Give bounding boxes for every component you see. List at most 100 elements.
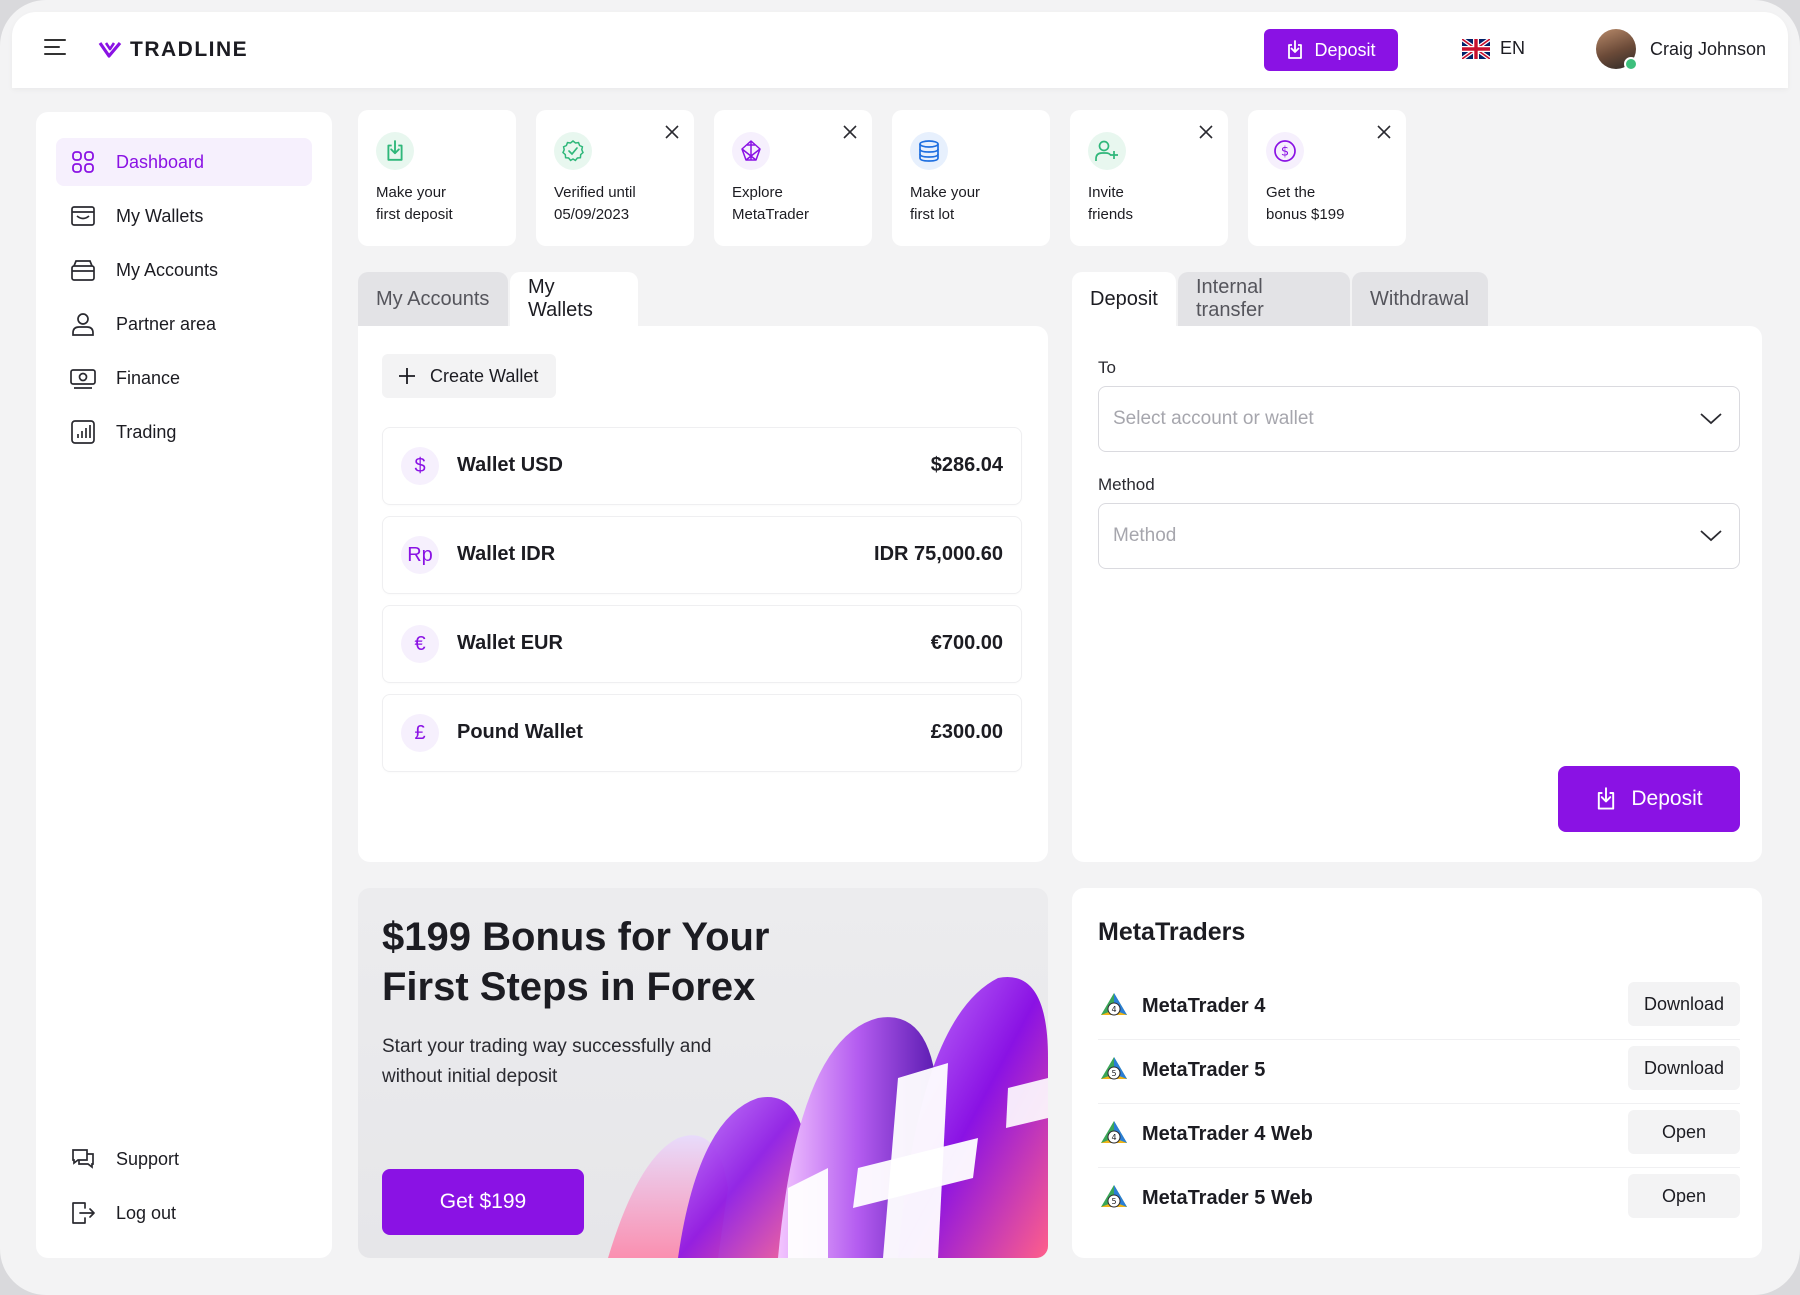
to-select[interactable]: Select account or wallet xyxy=(1098,386,1740,452)
get-bonus-button[interactable]: Get $199 xyxy=(382,1169,584,1235)
tab-my-accounts[interactable]: My Accounts xyxy=(358,272,508,326)
quick-card-text: Make your first lot xyxy=(910,184,981,223)
user-profile[interactable]: Craig Johnson xyxy=(1596,29,1767,71)
metatrader-4-icon: 4 xyxy=(1101,993,1127,1016)
currency-symbol: $ xyxy=(401,447,439,485)
open-button[interactable]: Open xyxy=(1628,1110,1740,1154)
quick-card-text: Explore MetaTrader xyxy=(732,184,809,223)
logo[interactable]: TRADLINE xyxy=(98,38,248,62)
quick-card-invite-friends[interactable]: Invite friends xyxy=(1070,110,1228,246)
wallet-name: Wallet IDR xyxy=(457,543,556,565)
promo-title: $199 Bonus for Your First Steps in Forex xyxy=(382,915,770,1009)
download-button[interactable]: Download xyxy=(1628,1046,1740,1090)
sidebar-item-label: My Accounts xyxy=(116,259,219,280)
close-icon[interactable] xyxy=(840,122,860,142)
quick-card-first-deposit[interactable]: Make your first deposit xyxy=(358,110,516,246)
chat-icon xyxy=(72,1149,94,1169)
promo-subtitle: Start your trading way successfully and w… xyxy=(382,1036,712,1087)
wallet-icon xyxy=(71,206,95,226)
close-icon[interactable] xyxy=(1374,122,1394,142)
deposit-icon xyxy=(376,132,414,170)
create-wallet-label: Create Wallet xyxy=(430,365,539,386)
chevron-down-icon xyxy=(1700,413,1722,425)
top-header: TRADLINE Deposit EN Craig Johnson xyxy=(12,12,1788,88)
header-deposit-button[interactable]: Deposit xyxy=(1264,29,1398,71)
card-stack-icon xyxy=(71,260,95,281)
wallet-row-gbp[interactable]: £ Pound Wallet £300.00 xyxy=(382,694,1022,772)
method-select-placeholder: Method xyxy=(1113,525,1177,546)
sidebar-item-my-accounts[interactable]: My Accounts xyxy=(56,246,312,294)
dollar-coin-icon: $ xyxy=(1266,132,1304,170)
language-selector[interactable]: EN xyxy=(1462,38,1525,59)
metatrader-row: 4 MetaTrader 4 Web Open xyxy=(1098,1104,1740,1168)
sidebar-item-support[interactable]: Support xyxy=(56,1135,312,1183)
wallet-balance: £300.00 xyxy=(930,721,1003,743)
sidebar-item-label: Partner area xyxy=(116,313,217,334)
header-deposit-label: Deposit xyxy=(1314,39,1376,60)
wallet-name: Pound Wallet xyxy=(457,721,583,743)
svg-text:4: 4 xyxy=(1111,1133,1116,1142)
close-icon[interactable] xyxy=(662,122,682,142)
tradline-logo-icon xyxy=(98,41,122,58)
method-select[interactable]: Method xyxy=(1098,503,1740,569)
quick-card-text: Invite friends xyxy=(1088,184,1134,223)
sidebar-item-my-wallets[interactable]: My Wallets xyxy=(56,192,312,240)
sidebar-item-dashboard[interactable]: Dashboard xyxy=(56,138,312,186)
wallet-balance: IDR 75,000.60 xyxy=(874,543,1003,565)
tab-internal-transfer[interactable]: Internal transfer xyxy=(1178,272,1350,326)
sidebar-item-label: Support xyxy=(116,1148,180,1169)
quick-card-first-lot[interactable]: Make your first lot xyxy=(892,110,1050,246)
svg-text:4: 4 xyxy=(1111,1005,1116,1014)
tab-withdrawal[interactable]: Withdrawal xyxy=(1352,272,1488,326)
sidebar-item-label: Dashboard xyxy=(116,151,205,172)
metatrader-5-icon: 5 xyxy=(1101,1057,1127,1080)
sidebar-item-log-out[interactable]: Log out xyxy=(56,1189,312,1237)
promo-banner: $199 Bonus for Your First Steps in Forex … xyxy=(358,888,1048,1258)
quick-card-verified[interactable]: Verified until 05/09/2023 xyxy=(536,110,694,246)
sidebar-item-trading[interactable]: Trading xyxy=(56,408,312,456)
deposit-submit-button[interactable]: Deposit xyxy=(1558,766,1740,832)
deposit-icon xyxy=(1288,40,1303,59)
quick-card-text: Get the bonus $199 xyxy=(1266,184,1345,223)
user-icon xyxy=(72,313,94,336)
verified-badge-icon xyxy=(1624,57,1638,71)
metatrader-name: MetaTrader 5 xyxy=(1142,1059,1266,1081)
quick-card-get-bonus[interactable]: $ Get the bonus $199 xyxy=(1248,110,1406,246)
wallet-row-usd[interactable]: $ Wallet USD $286.04 xyxy=(382,427,1022,505)
money-icon xyxy=(70,369,96,389)
metatrader-4-icon: 4 xyxy=(1101,1121,1127,1144)
user-name: Craig Johnson xyxy=(1650,38,1767,59)
deposit-submit-label: Deposit xyxy=(1631,787,1703,810)
app-window: TRADLINE Deposit EN Craig Johnson Dashbo… xyxy=(0,0,1800,1295)
add-user-icon xyxy=(1088,132,1126,170)
menu-icon[interactable] xyxy=(44,39,68,61)
tab-deposit[interactable]: Deposit xyxy=(1072,272,1176,326)
tab-my-wallets[interactable]: My Wallets xyxy=(510,272,638,326)
sidebar-item-label: Log out xyxy=(116,1202,177,1223)
chevron-down-icon xyxy=(1700,530,1722,542)
close-icon[interactable] xyxy=(1196,122,1216,142)
metatrader-5-icon: 5 xyxy=(1101,1185,1127,1208)
sidebar-item-label: Trading xyxy=(116,421,177,442)
method-label: Method xyxy=(1098,475,1155,494)
create-wallet-button[interactable]: Create Wallet xyxy=(382,354,556,398)
download-button[interactable]: Download xyxy=(1628,982,1740,1026)
wallet-row-eur[interactable]: € Wallet EUR €700.00 xyxy=(382,605,1022,683)
language-code: EN xyxy=(1500,38,1526,58)
wallet-balance: $286.04 xyxy=(930,454,1003,476)
metatrader-row: 5 MetaTrader 5 Download xyxy=(1098,1040,1740,1104)
sidebar-item-finance[interactable]: Finance xyxy=(56,354,312,402)
sidebar-item-partner-area[interactable]: Partner area xyxy=(56,300,312,348)
sidebar-item-label: My Wallets xyxy=(116,205,204,226)
brand-name: TRADLINE xyxy=(130,38,249,61)
currency-symbol: Rp xyxy=(401,536,439,574)
quick-card-explore-metatrader[interactable]: Explore MetaTrader xyxy=(714,110,872,246)
wallet-balance: €700.00 xyxy=(930,632,1003,654)
metatrader-name: MetaTrader 4 Web xyxy=(1142,1123,1313,1145)
wallet-row-idr[interactable]: Rp Wallet IDR IDR 75,000.60 xyxy=(382,516,1022,594)
metatrader-icon xyxy=(732,132,770,170)
quick-card-text: Make your first deposit xyxy=(376,184,453,223)
open-button[interactable]: Open xyxy=(1628,1174,1740,1218)
wallet-name: Wallet USD xyxy=(457,454,563,476)
to-label: To xyxy=(1098,358,1116,377)
